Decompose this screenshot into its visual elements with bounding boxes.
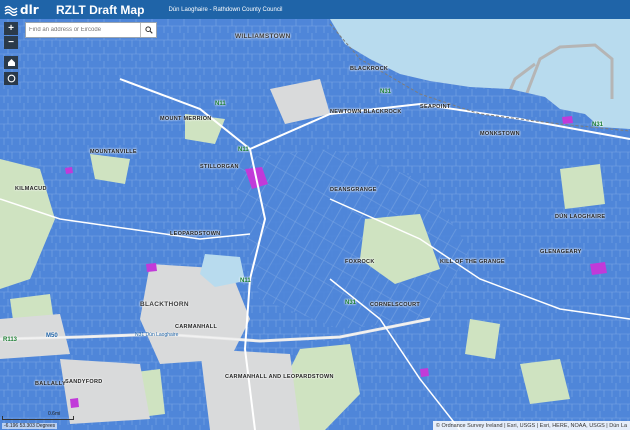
label-mountanville: Mountanville xyxy=(90,149,137,155)
search-icon xyxy=(144,26,153,34)
scale-distance: 0.6mi xyxy=(48,411,61,417)
zoom-in-button[interactable]: + xyxy=(4,22,18,35)
map-attribution: © Ordnance Survey Ireland | Esri, USGS |… xyxy=(432,421,630,430)
locate-circle-icon xyxy=(7,74,15,83)
logo-text: dlr xyxy=(20,2,39,17)
label-kill-of-the-grange: Kill of the Grange xyxy=(440,259,505,265)
label-deansgrange: Deansgrange xyxy=(330,187,377,193)
locate-button[interactable] xyxy=(4,72,18,85)
search-input[interactable] xyxy=(26,27,140,33)
label-glenageary: Glenageary xyxy=(540,249,582,255)
label-seapoint: Seapoint xyxy=(420,104,451,110)
label-newtown-blackrock: Newtown Blackrock xyxy=(330,109,402,115)
app-subtitle: Dún Laoghaire - Rathdown County Council xyxy=(168,6,283,13)
scale-bar xyxy=(2,416,74,420)
label-road-m50: M50 xyxy=(46,333,58,339)
label-road-n11-north: N11 xyxy=(215,101,226,107)
map-canvas[interactable] xyxy=(0,19,630,430)
label-monkstown: Monkstown xyxy=(480,131,520,137)
label-n31-dun-laoghaire-sign: N31 Dún Laoghaire xyxy=(135,332,179,338)
label-blackthorn: Blackthorn xyxy=(140,301,189,308)
label-williamstown: Williamstown xyxy=(235,33,291,40)
label-road-n31-south: N31 xyxy=(345,300,357,306)
app-header: dlr RZLT Draft Map Dún Laoghaire - Rathd… xyxy=(0,0,630,19)
map-view[interactable]: Williamstown Blackrock Seapoint Mount Me… xyxy=(0,19,630,430)
label-road-n11-mid: N11 xyxy=(238,147,249,153)
label-carmanhall-leopardstown: Carmanhall and Leopardstown xyxy=(225,374,334,380)
label-carmanhall: Carmanhall xyxy=(175,324,218,330)
logo-waves-icon xyxy=(4,5,18,16)
label-road-n31-north: N31 xyxy=(380,89,392,95)
label-foxrock: Foxrock xyxy=(345,259,375,265)
label-leopardstown: Leopardstown xyxy=(170,231,221,237)
app-title: RZLT Draft Map xyxy=(56,2,145,17)
coordinate-readout: -6.196 53.303 Degrees xyxy=(2,423,58,429)
label-mount-merrion: Mount Merrion xyxy=(160,116,212,122)
search-button[interactable] xyxy=(140,23,156,37)
label-road-n31-east: N31 xyxy=(592,122,604,128)
label-cornelscourt: Cornelscourt xyxy=(370,302,421,308)
label-sandyford: Sandyford xyxy=(65,379,103,385)
label-kilmacud: Kilmacud xyxy=(15,186,47,192)
home-button[interactable] xyxy=(4,56,18,69)
home-icon xyxy=(7,59,15,66)
label-road-r113: R113 xyxy=(3,337,18,343)
label-stillorgan: Stillorgan xyxy=(200,164,239,170)
address-search[interactable] xyxy=(25,22,157,38)
label-dun-laoghaire: Dún Laoghaire xyxy=(555,214,606,220)
label-road-n11-south: N11 xyxy=(240,278,251,284)
zoom-out-button[interactable]: − xyxy=(4,36,18,49)
council-logo[interactable]: dlr xyxy=(4,2,48,17)
label-ballally: Ballally xyxy=(35,381,66,387)
label-blackrock: Blackrock xyxy=(350,66,389,72)
